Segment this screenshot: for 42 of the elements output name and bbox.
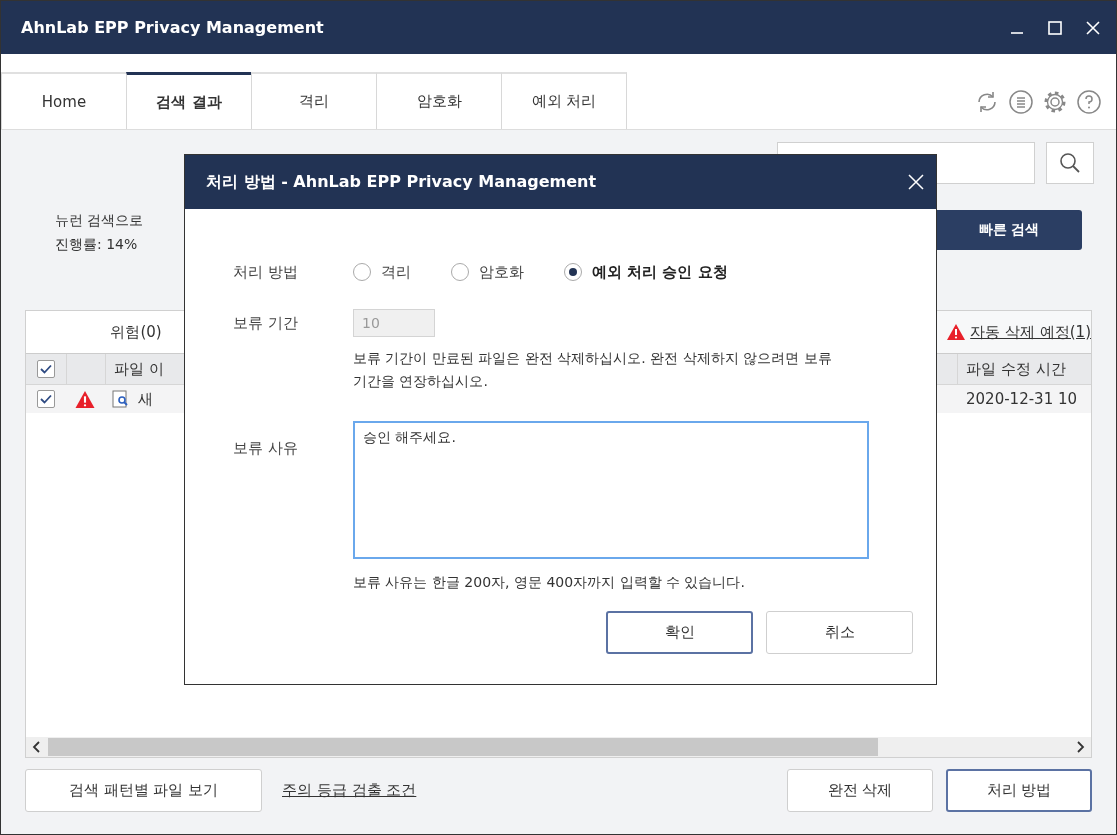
close-icon[interactable]	[908, 174, 924, 190]
window-title: AhnLab EPP Privacy Management	[21, 18, 324, 37]
check-icon	[40, 364, 52, 374]
warning-icon	[74, 389, 96, 409]
radio-option[interactable]: 격리	[353, 262, 411, 282]
pattern-view-button[interactable]: 검색 패턴별 파일 보기	[25, 769, 262, 812]
check-icon	[40, 394, 52, 404]
scan-message: 뉴런 검색으로	[55, 212, 144, 230]
maximize-icon[interactable]	[1048, 20, 1062, 35]
row-checkbox[interactable]	[37, 390, 55, 408]
file-name: 새	[138, 389, 153, 409]
radio-option[interactable]: 암호화	[451, 262, 524, 282]
search-button[interactable]	[1046, 142, 1094, 184]
action-button[interactable]: 처리 방법	[946, 769, 1092, 812]
confirm-button[interactable]: 확인	[606, 611, 753, 654]
criteria-link[interactable]: 주의 등급 검출 조건	[282, 781, 417, 800]
field-label: 보류 사유	[233, 438, 299, 459]
tab[interactable]: 예외 처리	[501, 72, 627, 129]
cancel-button[interactable]: 취소	[766, 611, 913, 654]
scroll-right-icon[interactable]	[1075, 741, 1085, 753]
tab[interactable]: Home	[1, 72, 127, 129]
auto-delete-link[interactable]: 자동 삭제 예정(1)	[970, 322, 1091, 342]
column-header[interactable]: 파일 수정 시간	[966, 359, 1066, 379]
radio-option[interactable]: 예외 처리 승인 요청	[564, 262, 728, 282]
file-search-icon	[112, 390, 130, 408]
reason-note: 보류 사유는 한글 200자, 영문 400자까지 입력할 수 있습니다.	[353, 573, 746, 592]
field-label: 처리 방법	[233, 262, 299, 282]
period-note: 보류 기간이 만료된 파일은 완전 삭제하십시오. 완전 삭제하지 않으려면 보류 기간을 연장하십시오.	[353, 349, 833, 391]
delete-button[interactable]: 완전 삭제	[787, 769, 933, 812]
warning-icon	[946, 323, 967, 341]
progress-text: 진행률: 14%	[55, 236, 139, 254]
help-icon[interactable]	[1076, 88, 1102, 115]
modified-time: 2020-12-31 10	[966, 390, 1078, 408]
list-icon[interactable]	[1008, 88, 1034, 115]
close-icon[interactable]	[1086, 20, 1100, 35]
column-header[interactable]: 파일 이	[114, 359, 164, 379]
select-all-checkbox[interactable]	[37, 360, 55, 378]
search-icon	[1059, 152, 1081, 174]
dialog-title: 처리 방법 - AhnLab EPP Privacy Management	[206, 171, 597, 193]
reason-field[interactable]: 승인 해주세요.	[353, 421, 869, 559]
scroll-left-icon[interactable]	[32, 741, 42, 753]
horizontal-scrollbar[interactable]	[26, 737, 1091, 757]
